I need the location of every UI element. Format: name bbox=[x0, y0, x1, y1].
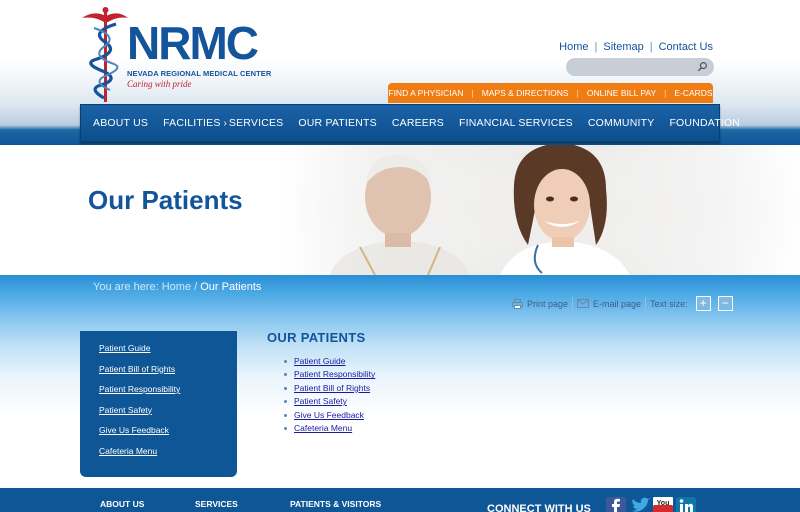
separator: | bbox=[649, 41, 653, 53]
breadcrumb-separator: / bbox=[194, 281, 198, 293]
decrease-text-button[interactable]: − bbox=[717, 296, 733, 311]
list-item: Patient Bill of Rights bbox=[284, 382, 375, 395]
nav-about-us[interactable]: ABOUT US bbox=[93, 117, 148, 129]
nav-facilities[interactable]: FACILITIES bbox=[163, 117, 220, 129]
sidebar-item-patient-safety[interactable]: Patient Safety bbox=[99, 400, 237, 421]
separator: | bbox=[594, 41, 598, 53]
patient-safety-link[interactable]: Patient Safety bbox=[294, 396, 347, 406]
patient-bill-of-rights-link[interactable]: Patient Bill of Rights bbox=[294, 383, 370, 393]
printer-icon bbox=[512, 298, 523, 309]
nav-our-patients[interactable]: OUR PATIENTS bbox=[298, 117, 376, 129]
svg-text:You: You bbox=[657, 500, 670, 507]
facebook-icon[interactable] bbox=[606, 497, 626, 512]
chevron-right-icon: › bbox=[223, 117, 227, 129]
separator: | bbox=[576, 88, 579, 98]
twitter-icon[interactable] bbox=[630, 497, 651, 512]
main-navigation: ABOUT US FACILITIES › SERVICES OUR PATIE… bbox=[80, 104, 740, 142]
breadcrumb: You are here: Home / Our Patients bbox=[93, 281, 261, 293]
hero-banner: Our Patients bbox=[0, 145, 800, 275]
doctor-and-patient-photo bbox=[300, 145, 800, 275]
breadcrumb-home-link[interactable]: Home bbox=[162, 281, 191, 293]
separator: | bbox=[471, 88, 474, 98]
nav-financial-services[interactable]: FINANCIAL SERVICES bbox=[459, 117, 573, 129]
logo-wordmark: NRMC bbox=[127, 17, 259, 69]
give-us-feedback-link[interactable]: Give Us Feedback bbox=[294, 410, 364, 420]
utility-links: Home | Sitemap | Contact Us bbox=[559, 41, 713, 53]
email-page-button[interactable]: E-mail page bbox=[573, 299, 645, 309]
maps-directions-link[interactable]: MAPS & DIRECTIONS bbox=[482, 88, 569, 98]
youtube-icon[interactable]: You bbox=[653, 497, 673, 512]
footer-about-us-heading[interactable]: ABOUT US bbox=[100, 499, 144, 509]
sidebar-item-patient-bill-of-rights[interactable]: Patient Bill of Rights bbox=[99, 359, 237, 380]
nav-foundation[interactable]: FOUNDATION bbox=[669, 117, 740, 129]
quick-links-bar: FIND A PHYSICIAN | MAPS & DIRECTIONS | O… bbox=[388, 83, 713, 103]
sidebar: Patient Guide Patient Bill of Rights Pat… bbox=[80, 331, 237, 477]
search-box bbox=[566, 58, 714, 77]
search-icon[interactable] bbox=[697, 61, 708, 72]
nav-services[interactable]: SERVICES bbox=[229, 117, 284, 129]
search-input[interactable] bbox=[566, 59, 690, 77]
sidebar-item-patient-responsibility[interactable]: Patient Responsibility bbox=[99, 379, 237, 400]
caduceus-icon bbox=[82, 7, 128, 102]
nav-community[interactable]: COMMUNITY bbox=[588, 117, 655, 129]
nrmc-logo[interactable]: NRMC NEVADA REGIONAL MEDICAL CENTER Cari… bbox=[80, 6, 271, 104]
increase-text-button[interactable]: + bbox=[695, 296, 711, 311]
list-item: Patient Responsibility bbox=[284, 368, 375, 381]
section-heading: OUR PATIENTS bbox=[267, 330, 366, 345]
email-page-label: E-mail page bbox=[593, 298, 642, 309]
patient-responsibility-link[interactable]: Patient Responsibility bbox=[294, 369, 375, 379]
footer-services-heading[interactable]: SERVICES bbox=[195, 499, 238, 509]
breadcrumb-current: Our Patients bbox=[200, 281, 262, 293]
breadcrumb-prefix: You are here: bbox=[93, 281, 159, 293]
logo-subtitle: NEVADA REGIONAL MEDICAL CENTER bbox=[127, 69, 272, 78]
patient-links-list: Patient Guide Patient Responsibility Pat… bbox=[284, 355, 375, 435]
sidebar-item-cafeteria-menu[interactable]: Cafeteria Menu bbox=[99, 441, 237, 462]
home-link[interactable]: Home bbox=[559, 41, 588, 53]
sidebar-item-patient-guide[interactable]: Patient Guide bbox=[99, 338, 237, 359]
separator: | bbox=[664, 88, 667, 98]
page-title: Our Patients bbox=[88, 185, 243, 215]
cafeteria-menu-link[interactable]: Cafeteria Menu bbox=[294, 423, 352, 433]
list-item: Cafeteria Menu bbox=[284, 422, 375, 435]
footer-patients-visitors-heading[interactable]: PATIENTS & VISITORS bbox=[290, 499, 381, 509]
contact-us-link[interactable]: Contact Us bbox=[659, 41, 713, 53]
nav-careers[interactable]: CAREERS bbox=[392, 117, 444, 129]
list-item: Patient Safety bbox=[284, 395, 375, 408]
e-cards-link[interactable]: E-CARDS bbox=[674, 88, 712, 98]
print-page-label: Print page bbox=[527, 298, 569, 309]
sitemap-link[interactable]: Sitemap bbox=[603, 41, 643, 53]
find-a-physician-link[interactable]: FIND A PHYSICIAN bbox=[388, 88, 463, 98]
sidebar-item-give-us-feedback[interactable]: Give Us Feedback bbox=[99, 420, 237, 441]
logo-tagline: Caring with pride bbox=[127, 79, 192, 89]
connect-with-us-label: CONNECT WITH US bbox=[487, 503, 591, 512]
print-page-button[interactable]: Print page bbox=[508, 298, 572, 309]
text-size-label: Text size: bbox=[650, 298, 688, 309]
page-tools: Print page E-mail page Text size: + − bbox=[508, 296, 737, 311]
online-bill-pay-link[interactable]: ONLINE BILL PAY bbox=[587, 88, 656, 98]
text-size-control: Text size: + − bbox=[646, 296, 737, 311]
list-item: Patient Guide bbox=[284, 355, 375, 368]
envelope-icon bbox=[577, 299, 590, 308]
patient-guide-link[interactable]: Patient Guide bbox=[294, 356, 346, 366]
linkedin-icon[interactable] bbox=[676, 497, 696, 512]
list-item: Give Us Feedback bbox=[284, 409, 375, 422]
